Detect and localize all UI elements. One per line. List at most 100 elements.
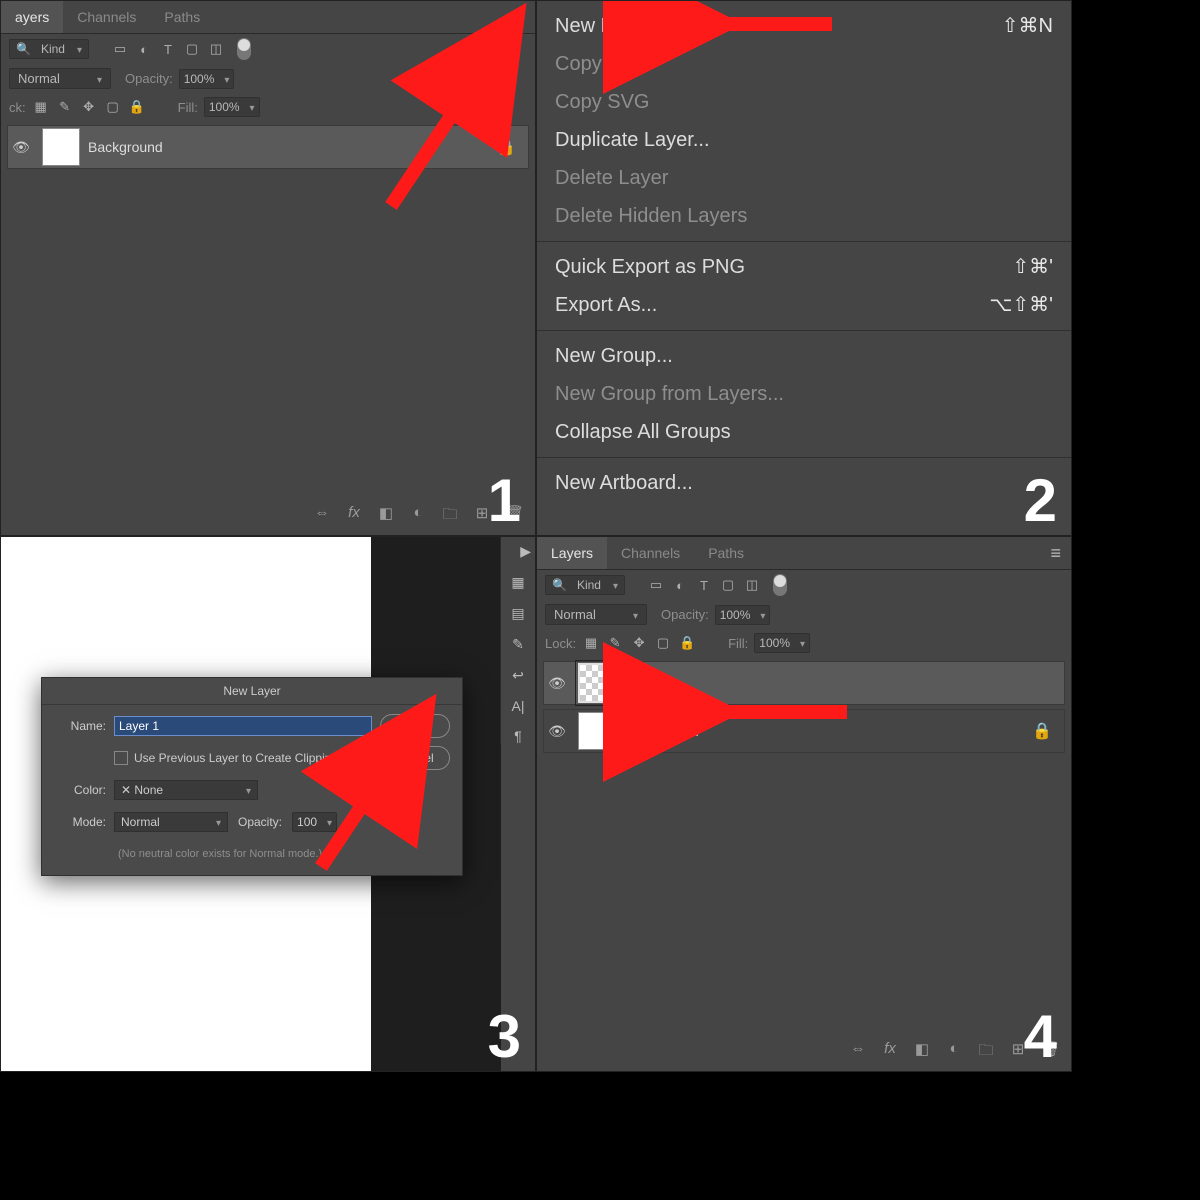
menu-new-group[interactable]: New Group... — [537, 337, 1071, 375]
lock-label: ck: — [9, 100, 26, 115]
filter-toggle[interactable] — [237, 38, 251, 60]
panel-new-layer-dialog: ▶ ▦ ▤ ✎ ↩ A| ¶ New Layer Name: OK Use Pr… — [0, 536, 536, 1072]
filter-type-icon[interactable]: T — [159, 42, 177, 57]
mask-icon[interactable]: ◧ — [913, 1040, 931, 1065]
blend-mode-select[interactable]: Normal — [9, 68, 111, 89]
group-icon[interactable]: 🗀 — [441, 504, 459, 529]
step-number: 1 — [488, 466, 521, 535]
layer-filter-kind[interactable]: Kind — [545, 575, 625, 595]
adjustment-icon[interactable]: ◐ — [945, 1040, 963, 1065]
swatches-icon[interactable]: ▤ — [511, 605, 524, 622]
panel-layers-result: Layers Channels Paths ≡ Kind ▭ ◐ T ▢ ◫ N… — [536, 536, 1072, 1072]
annotation-arrow — [707, 9, 837, 44]
layer-thumbnail — [42, 128, 80, 166]
tab-channels[interactable]: Channels — [63, 1, 150, 33]
menu-copy-svg: Copy SVG — [537, 83, 1071, 121]
link-icon[interactable]: ⇔ — [313, 504, 331, 529]
menu-new-artboard[interactable]: New Artboard... — [537, 464, 1071, 502]
layer-thumbnail — [578, 712, 616, 750]
name-label: Name: — [54, 719, 106, 733]
filter-type-icon[interactable]: T — [695, 578, 713, 593]
annotation-arrow — [381, 16, 531, 221]
step-number: 2 — [1024, 466, 1057, 535]
mode-label: Mode: — [54, 815, 106, 829]
tab-layers[interactable]: Layers — [537, 537, 607, 569]
step-number: 3 — [488, 1002, 521, 1071]
play-icon[interactable]: ▶ — [520, 543, 531, 560]
opacity-label: Opacity: — [238, 815, 282, 829]
tab-paths[interactable]: Paths — [150, 1, 214, 33]
menu-quick-export[interactable]: Quick Export as PNG⇧⌘' — [537, 248, 1071, 286]
lock-artboard-icon[interactable]: ▢ — [104, 99, 122, 115]
opacity-value[interactable]: 100% — [715, 605, 771, 625]
lock-artboard-icon[interactable]: ▢ — [654, 635, 672, 651]
filter-shape-icon[interactable]: ▢ — [183, 41, 201, 57]
filter-image-icon[interactable]: ▭ — [111, 41, 129, 57]
step-number: 4 — [1024, 1002, 1057, 1071]
layer-filter-kind[interactable]: Kind — [9, 39, 89, 59]
filter-image-icon[interactable]: ▭ — [647, 577, 665, 593]
lock-all-icon[interactable]: ▦ — [32, 99, 50, 115]
filter-adjust-icon[interactable]: ◐ — [135, 42, 153, 57]
layer-flyout-menu: New Layer...⇧⌘N Copy CSS Copy SVG Duplic… — [537, 1, 1071, 508]
annotation-arrow — [707, 697, 857, 732]
layer-thumbnail — [578, 663, 618, 703]
tab-paths[interactable]: Paths — [694, 537, 758, 569]
fill-value[interactable]: 100% — [754, 633, 810, 653]
panel-tabs: Layers Channels Paths ≡ — [537, 537, 1071, 570]
blend-mode-select[interactable]: Normal — [545, 604, 647, 625]
menu-delete-layer: Delete Layer — [537, 159, 1071, 197]
filter-adjust-icon[interactable]: ◐ — [671, 578, 689, 593]
mask-icon[interactable]: ◧ — [377, 504, 395, 529]
lock-move-icon[interactable]: ✥ — [630, 635, 648, 651]
tab-channels[interactable]: Channels — [607, 537, 694, 569]
fx-icon[interactable]: fx — [881, 1040, 899, 1065]
opacity-value[interactable]: 100% — [179, 69, 235, 89]
layers-footer: ⇔ fx ◧ ◐ 🗀 ⊞ 🗑 — [1, 498, 535, 535]
color-select[interactable]: ✕ None — [114, 780, 258, 800]
menu-delete-hidden: Delete Hidden Layers — [537, 197, 1071, 235]
menu-copy-css: Copy CSS — [537, 45, 1071, 83]
adjustment-icon[interactable]: ◐ — [409, 504, 427, 529]
filter-smart-icon[interactable]: ◫ — [207, 41, 225, 57]
history-icon[interactable]: ↩ — [512, 667, 524, 684]
panel-layers-initial: ayers Channels Paths ≡ Kind ▭ ◐ T ▢ ◫ No… — [0, 0, 536, 536]
lock-lock-icon[interactable]: 🔒 — [128, 99, 146, 115]
lock-all-icon[interactable]: ▦ — [582, 635, 600, 651]
filter-shape-icon[interactable]: ▢ — [719, 577, 737, 593]
menu-group-from-layers: New Group from Layers... — [537, 375, 1071, 413]
lock-paint-icon[interactable]: ✎ — [606, 635, 624, 651]
menu-collapse-groups[interactable]: Collapse All Groups — [537, 413, 1071, 451]
character-icon[interactable]: A| — [512, 698, 525, 714]
visibility-icon[interactable]: 👁 — [544, 675, 570, 692]
panel-layer-menu: New Layer...⇧⌘N Copy CSS Copy SVG Duplic… — [536, 0, 1072, 536]
group-icon[interactable]: 🗀 — [977, 1040, 995, 1065]
color-label: Color: — [54, 783, 106, 797]
tool-strip: ▶ ▦ ▤ ✎ ↩ A| ¶ — [500, 537, 535, 744]
visibility-icon[interactable]: 👁 — [544, 723, 570, 740]
lock-label: Lock: — [545, 636, 576, 651]
lock-paint-icon[interactable]: ✎ — [56, 99, 74, 115]
filter-smart-icon[interactable]: ◫ — [743, 577, 761, 593]
mode-select[interactable]: Normal — [114, 812, 228, 832]
layer-lock-icon: 🔒 — [1032, 721, 1052, 741]
visibility-icon[interactable]: 👁 — [8, 139, 34, 156]
fx-icon[interactable]: fx — [345, 504, 363, 529]
fill-value[interactable]: 100% — [204, 97, 260, 117]
libraries-icon[interactable]: ▦ — [511, 574, 524, 591]
menu-export-as[interactable]: Export As...⌥⇧⌘' — [537, 286, 1071, 324]
tab-layers[interactable]: ayers — [1, 1, 63, 33]
lock-lock-icon[interactable]: 🔒 — [678, 635, 696, 651]
filter-toggle[interactable] — [773, 574, 787, 596]
panel-menu-icon[interactable]: ≡ — [1050, 543, 1061, 564]
lock-move-icon[interactable]: ✥ — [80, 99, 98, 115]
fill-label: Fill: — [728, 636, 748, 651]
fill-label: Fill: — [178, 100, 198, 115]
brush-icon[interactable]: ✎ — [512, 636, 524, 653]
opacity-label: Opacity: — [125, 71, 173, 86]
menu-duplicate-layer[interactable]: Duplicate Layer... — [537, 121, 1071, 159]
link-icon[interactable]: ⇔ — [849, 1040, 867, 1065]
paragraph-icon[interactable]: ¶ — [514, 728, 522, 744]
layer-name: Layer 1 — [626, 675, 673, 691]
annotation-arrow — [301, 697, 441, 882]
